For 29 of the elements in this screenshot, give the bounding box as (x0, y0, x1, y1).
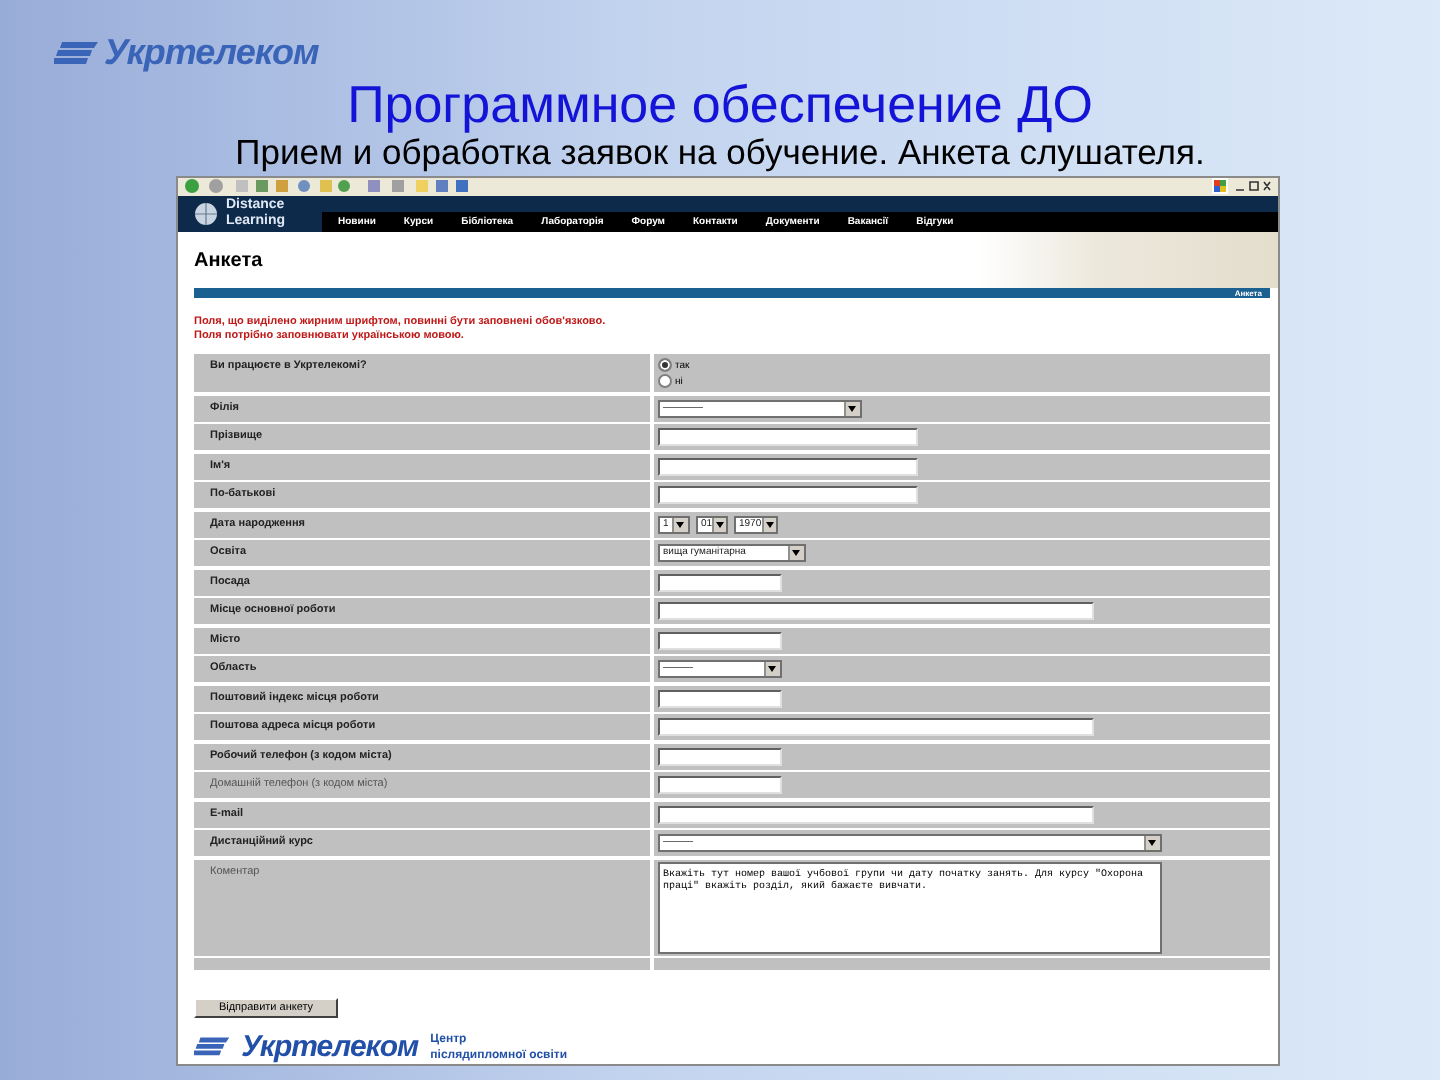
input-field[interactable] (657, 805, 1093, 824)
radio-button[interactable] (657, 374, 671, 389)
logo-icon (54, 39, 98, 65)
input-field[interactable] (657, 602, 1093, 621)
caret-icon (768, 666, 776, 673)
input-field[interactable] (657, 428, 917, 447)
logo-text: Укртелеком (104, 31, 319, 73)
window-controls-icon[interactable] (1212, 178, 1272, 195)
slide-title: Программное обеспечение ДО (345, 76, 1095, 132)
input-field[interactable] (657, 573, 781, 592)
input-field[interactable] (657, 718, 1093, 737)
caret-icon (715, 521, 724, 528)
input-field[interactable] (657, 631, 781, 650)
logo-icon (194, 1036, 230, 1058)
globe-icon (194, 201, 218, 226)
caret-icon (848, 405, 856, 412)
input-field[interactable] (657, 747, 781, 766)
logo-text: Укртелеком (241, 1030, 419, 1064)
input-field[interactable] (657, 776, 781, 795)
radio-button[interactable] (657, 358, 671, 373)
caret-icon (765, 521, 774, 528)
input-field[interactable] (657, 689, 781, 708)
caret-icon (792, 550, 800, 557)
caret-icon (1148, 840, 1156, 847)
input-field[interactable] (657, 457, 917, 476)
caret-icon (676, 521, 684, 528)
input-field[interactable] (657, 486, 917, 505)
page-title: Анкета (194, 249, 263, 272)
slide-subtitle: Прием и обработка заявок на обучение. Анкета слушателя. (233, 132, 1207, 172)
